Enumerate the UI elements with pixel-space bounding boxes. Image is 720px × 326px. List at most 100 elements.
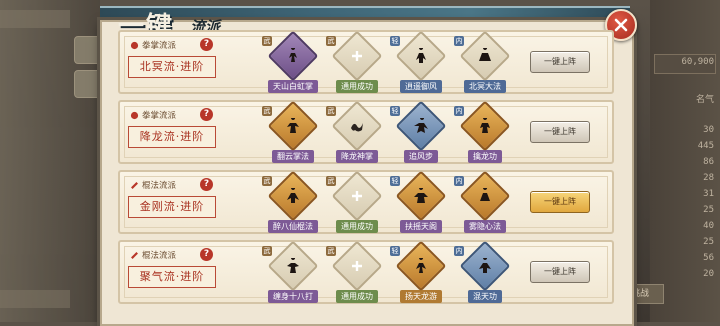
skill-label: 翻云掌法 — [272, 150, 314, 163]
skill-slot[interactable]: 武 通用成功 — [324, 240, 390, 303]
martial-artist-icon — [480, 188, 490, 201]
background-value: 25 — [703, 237, 714, 247]
skill-label: 扬天龙游 — [400, 290, 442, 303]
skill-slot[interactable]: 轻 扬天龙游 — [388, 240, 454, 303]
background-value: 31 — [703, 189, 714, 199]
martial-artist-icon — [414, 188, 428, 203]
help-icon[interactable]: ? — [200, 248, 213, 261]
equip-all-button[interactable]: 一键上阵 — [530, 261, 590, 283]
background-value: 28 — [703, 173, 714, 183]
background-strip — [0, 10, 70, 28]
plus-icon — [352, 51, 362, 61]
skill-slot[interactable]: 轻 扶摇天阁 — [388, 170, 454, 233]
category-label: 棍法流派 — [142, 181, 177, 191]
equip-all-button[interactable]: 一键上阵 — [530, 191, 590, 213]
skill-label: 通用成功 — [336, 80, 378, 93]
skill-type-tag: 武 — [262, 246, 272, 256]
skill-type-tag: 内 — [454, 246, 464, 256]
close-icon — [614, 18, 628, 32]
martial-artist-icon — [479, 258, 491, 273]
school-name-button[interactable]: 降龙流·进阶 — [128, 126, 216, 148]
staff-icon — [131, 251, 138, 259]
skill-slot[interactable]: 武 翻云掌法 — [260, 100, 326, 163]
skill-type-tag: 轻 — [390, 246, 400, 256]
background-value: 86 — [703, 157, 714, 167]
background-panel-left — [0, 0, 102, 322]
school-category: 拳掌流派 — [130, 109, 176, 121]
plus-icon — [352, 191, 362, 201]
dragon-icon — [351, 123, 363, 132]
background-value: 30 — [703, 125, 714, 135]
equip-all-button[interactable]: 一键上阵 — [530, 51, 590, 73]
background-tab — [74, 36, 102, 64]
skill-slot[interactable]: 内 雾隐心法 — [452, 170, 518, 233]
help-icon[interactable]: ? — [200, 38, 213, 51]
skill-type-tag: 内 — [454, 106, 464, 116]
help-icon[interactable]: ? — [200, 178, 213, 191]
skill-label: 北冥大法 — [464, 80, 506, 93]
skill-slot[interactable]: 内 擒龙功 — [452, 100, 518, 163]
skill-type-tag: 武 — [326, 36, 336, 46]
martial-artist-icon — [416, 258, 426, 273]
school-row: 拳掌流派 ? 北冥流·进阶 武 天山白虹掌 武 通用成功 轻 逍遥御风 内 北冥… — [118, 30, 614, 94]
martial-artist-icon — [287, 118, 299, 133]
skill-slot[interactable]: 武 缠身十八打 — [260, 240, 326, 303]
martial-artist-icon — [480, 118, 490, 133]
martial-artist-icon — [287, 258, 299, 273]
skill-type-tag: 轻 — [390, 106, 400, 116]
school-row: 棍法流派 ? 金刚流·进阶 武 醉八仙棍法 武 通用成功 轻 扶摇天阁 内 雾隐… — [118, 170, 614, 234]
skill-type-tag: 武 — [262, 106, 272, 116]
skill-type-tag: 内 — [454, 36, 464, 46]
skill-type-tag: 武 — [262, 176, 272, 186]
school-category: 棍法流派 — [130, 249, 176, 261]
background-value: 名气 — [695, 95, 714, 105]
category-label: 拳掌流派 — [142, 111, 177, 121]
school-list[interactable]: 拳掌流派 ? 北冥流·进阶 武 天山白虹掌 武 通用成功 轻 逍遥御风 内 北冥… — [118, 30, 614, 310]
skill-type-tag: 武 — [326, 106, 336, 116]
school-category: 棍法流派 — [130, 179, 176, 191]
skill-label: 通用成功 — [336, 220, 378, 233]
skill-label: 混天功 — [468, 290, 502, 303]
skill-label: 天山白虹掌 — [268, 80, 318, 93]
fist-icon — [130, 41, 139, 49]
skill-label: 追风步 — [404, 150, 438, 163]
skill-label: 通用成功 — [336, 290, 378, 303]
background-value: 60,900 — [681, 57, 714, 67]
skill-type-tag: 轻 — [390, 36, 400, 46]
background-strip — [0, 290, 70, 308]
skill-type-tag: 轻 — [390, 176, 400, 186]
martial-artist-icon — [416, 48, 426, 63]
school-name-button[interactable]: 北冥流·进阶 — [128, 56, 216, 78]
skill-slot[interactable]: 内 北冥大法 — [452, 30, 518, 93]
school-name-button[interactable]: 聚气流·进阶 — [128, 266, 216, 288]
skill-label: 醉八仙棍法 — [268, 220, 318, 233]
background-value: 40 — [703, 221, 714, 231]
skill-slot[interactable]: 武 天山白虹掌 — [260, 30, 326, 93]
skill-label: 缠身十八打 — [268, 290, 318, 303]
category-label: 拳掌流派 — [142, 41, 177, 51]
skill-slot[interactable]: 轻 逍遥御风 — [388, 30, 454, 93]
background-tab — [74, 70, 102, 98]
background-value: 25 — [703, 205, 714, 215]
skill-slot[interactable]: 内 混天功 — [452, 240, 518, 303]
skill-slot[interactable]: 武 通用成功 — [324, 170, 390, 233]
school-row: 棍法流派 ? 聚气流·进阶 武 缠身十八打 武 通用成功 轻 扬天龙游 内 混天… — [118, 240, 614, 304]
skill-label: 擒龙功 — [468, 150, 502, 163]
skill-slot[interactable]: 武 降龙神掌 — [324, 100, 390, 163]
martial-artist-icon — [414, 118, 428, 133]
equip-all-button[interactable]: 一键上阵 — [530, 121, 590, 143]
skill-label: 扶摇天阁 — [400, 220, 442, 233]
skill-slot[interactable]: 武 通用成功 — [324, 30, 390, 93]
martial-artist-icon — [289, 48, 297, 62]
school-category: 拳掌流派 — [130, 39, 176, 51]
background-value: 56 — [703, 253, 714, 263]
help-icon[interactable]: ? — [200, 108, 213, 121]
skill-type-tag: 武 — [326, 246, 336, 256]
skill-slot[interactable]: 武 醉八仙棍法 — [260, 170, 326, 233]
school-name-button[interactable]: 金刚流·进阶 — [128, 196, 216, 218]
plus-icon — [352, 261, 362, 271]
skill-type-tag: 武 — [326, 176, 336, 186]
skill-slot[interactable]: 轻 追风步 — [388, 100, 454, 163]
background-value: 20 — [703, 269, 714, 279]
background-panel-right: 60,900 名气 30 445 86 28 31 25 40 25 56 20 — [650, 0, 720, 322]
